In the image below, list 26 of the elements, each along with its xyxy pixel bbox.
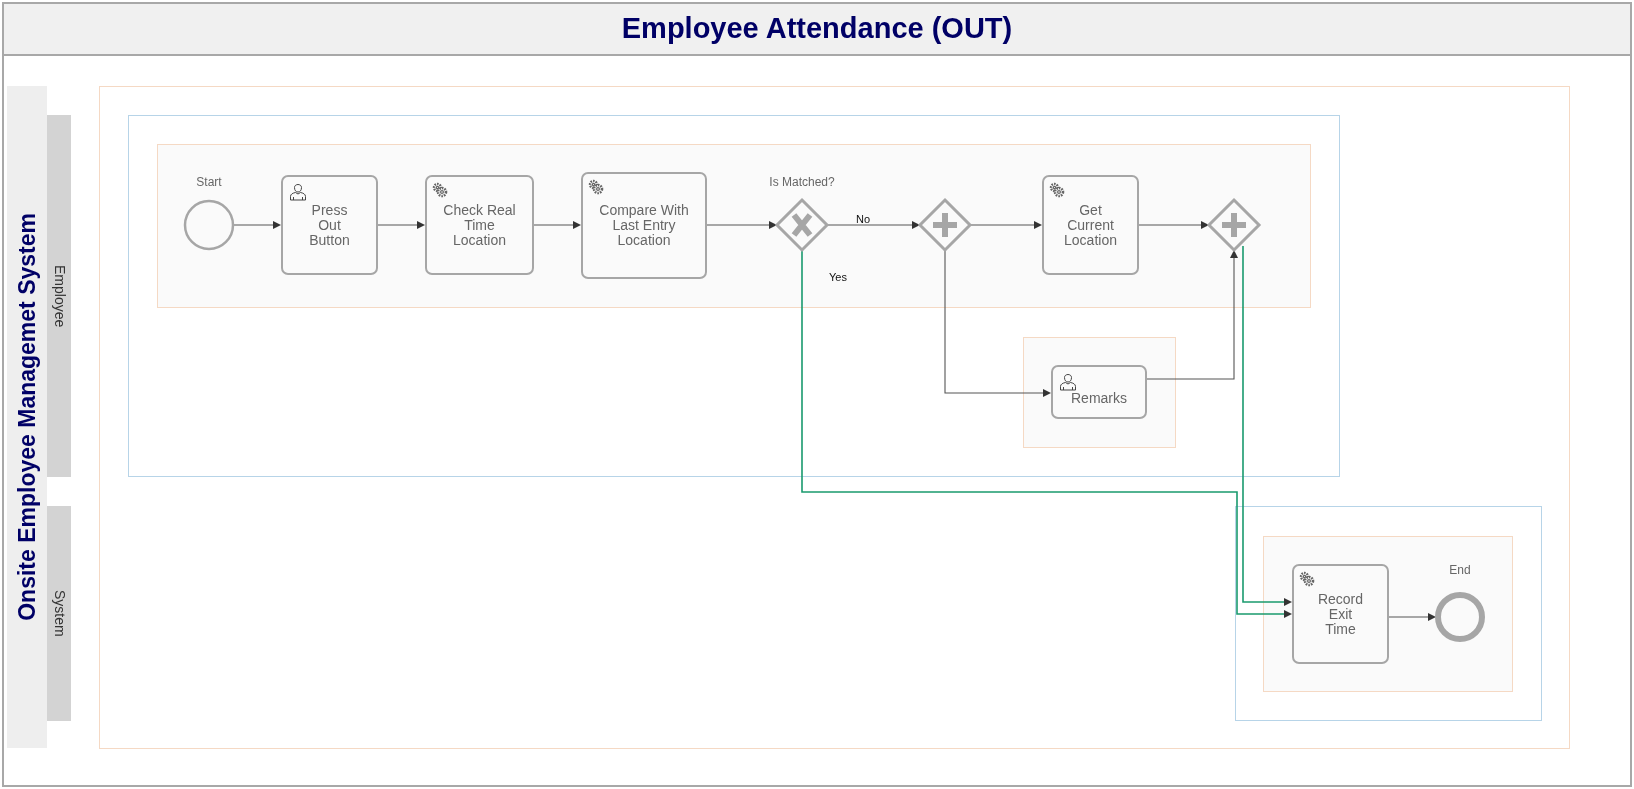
gears-icon — [1048, 181, 1066, 199]
lane-label: Employee — [50, 264, 69, 328]
end-event — [1435, 592, 1485, 642]
node-label: End — [1449, 562, 1471, 579]
gears-icon — [1298, 570, 1316, 588]
parallel-gateway — [1206, 197, 1262, 253]
gears-icon — [587, 178, 605, 196]
flow-label: Yes — [829, 269, 847, 285]
service-task: Record Exit Time — [1292, 564, 1389, 664]
lane-label: System — [50, 590, 69, 637]
flow-label: No — [855, 211, 871, 227]
node-label: Is Matched? — [769, 174, 835, 191]
start-event — [183, 199, 235, 251]
exclusive-gateway — [774, 197, 830, 253]
diagram-title: Employee Attendance (OUT) — [621, 11, 1013, 47]
parallel-gateway — [917, 197, 973, 253]
service-task: Check Real Time Location — [425, 175, 534, 275]
person-icon — [288, 181, 308, 201]
user-task: Remarks — [1051, 365, 1147, 419]
pool-label: Onsite Employee Managemet System — [12, 213, 41, 621]
user-task: Press Out Button — [281, 175, 378, 275]
service-task: Compare With Last Entry Location — [581, 172, 707, 279]
service-task: Get Current Location — [1042, 175, 1139, 275]
person-icon — [1058, 371, 1078, 391]
node-label: Start — [196, 174, 222, 191]
gears-icon — [431, 181, 449, 199]
